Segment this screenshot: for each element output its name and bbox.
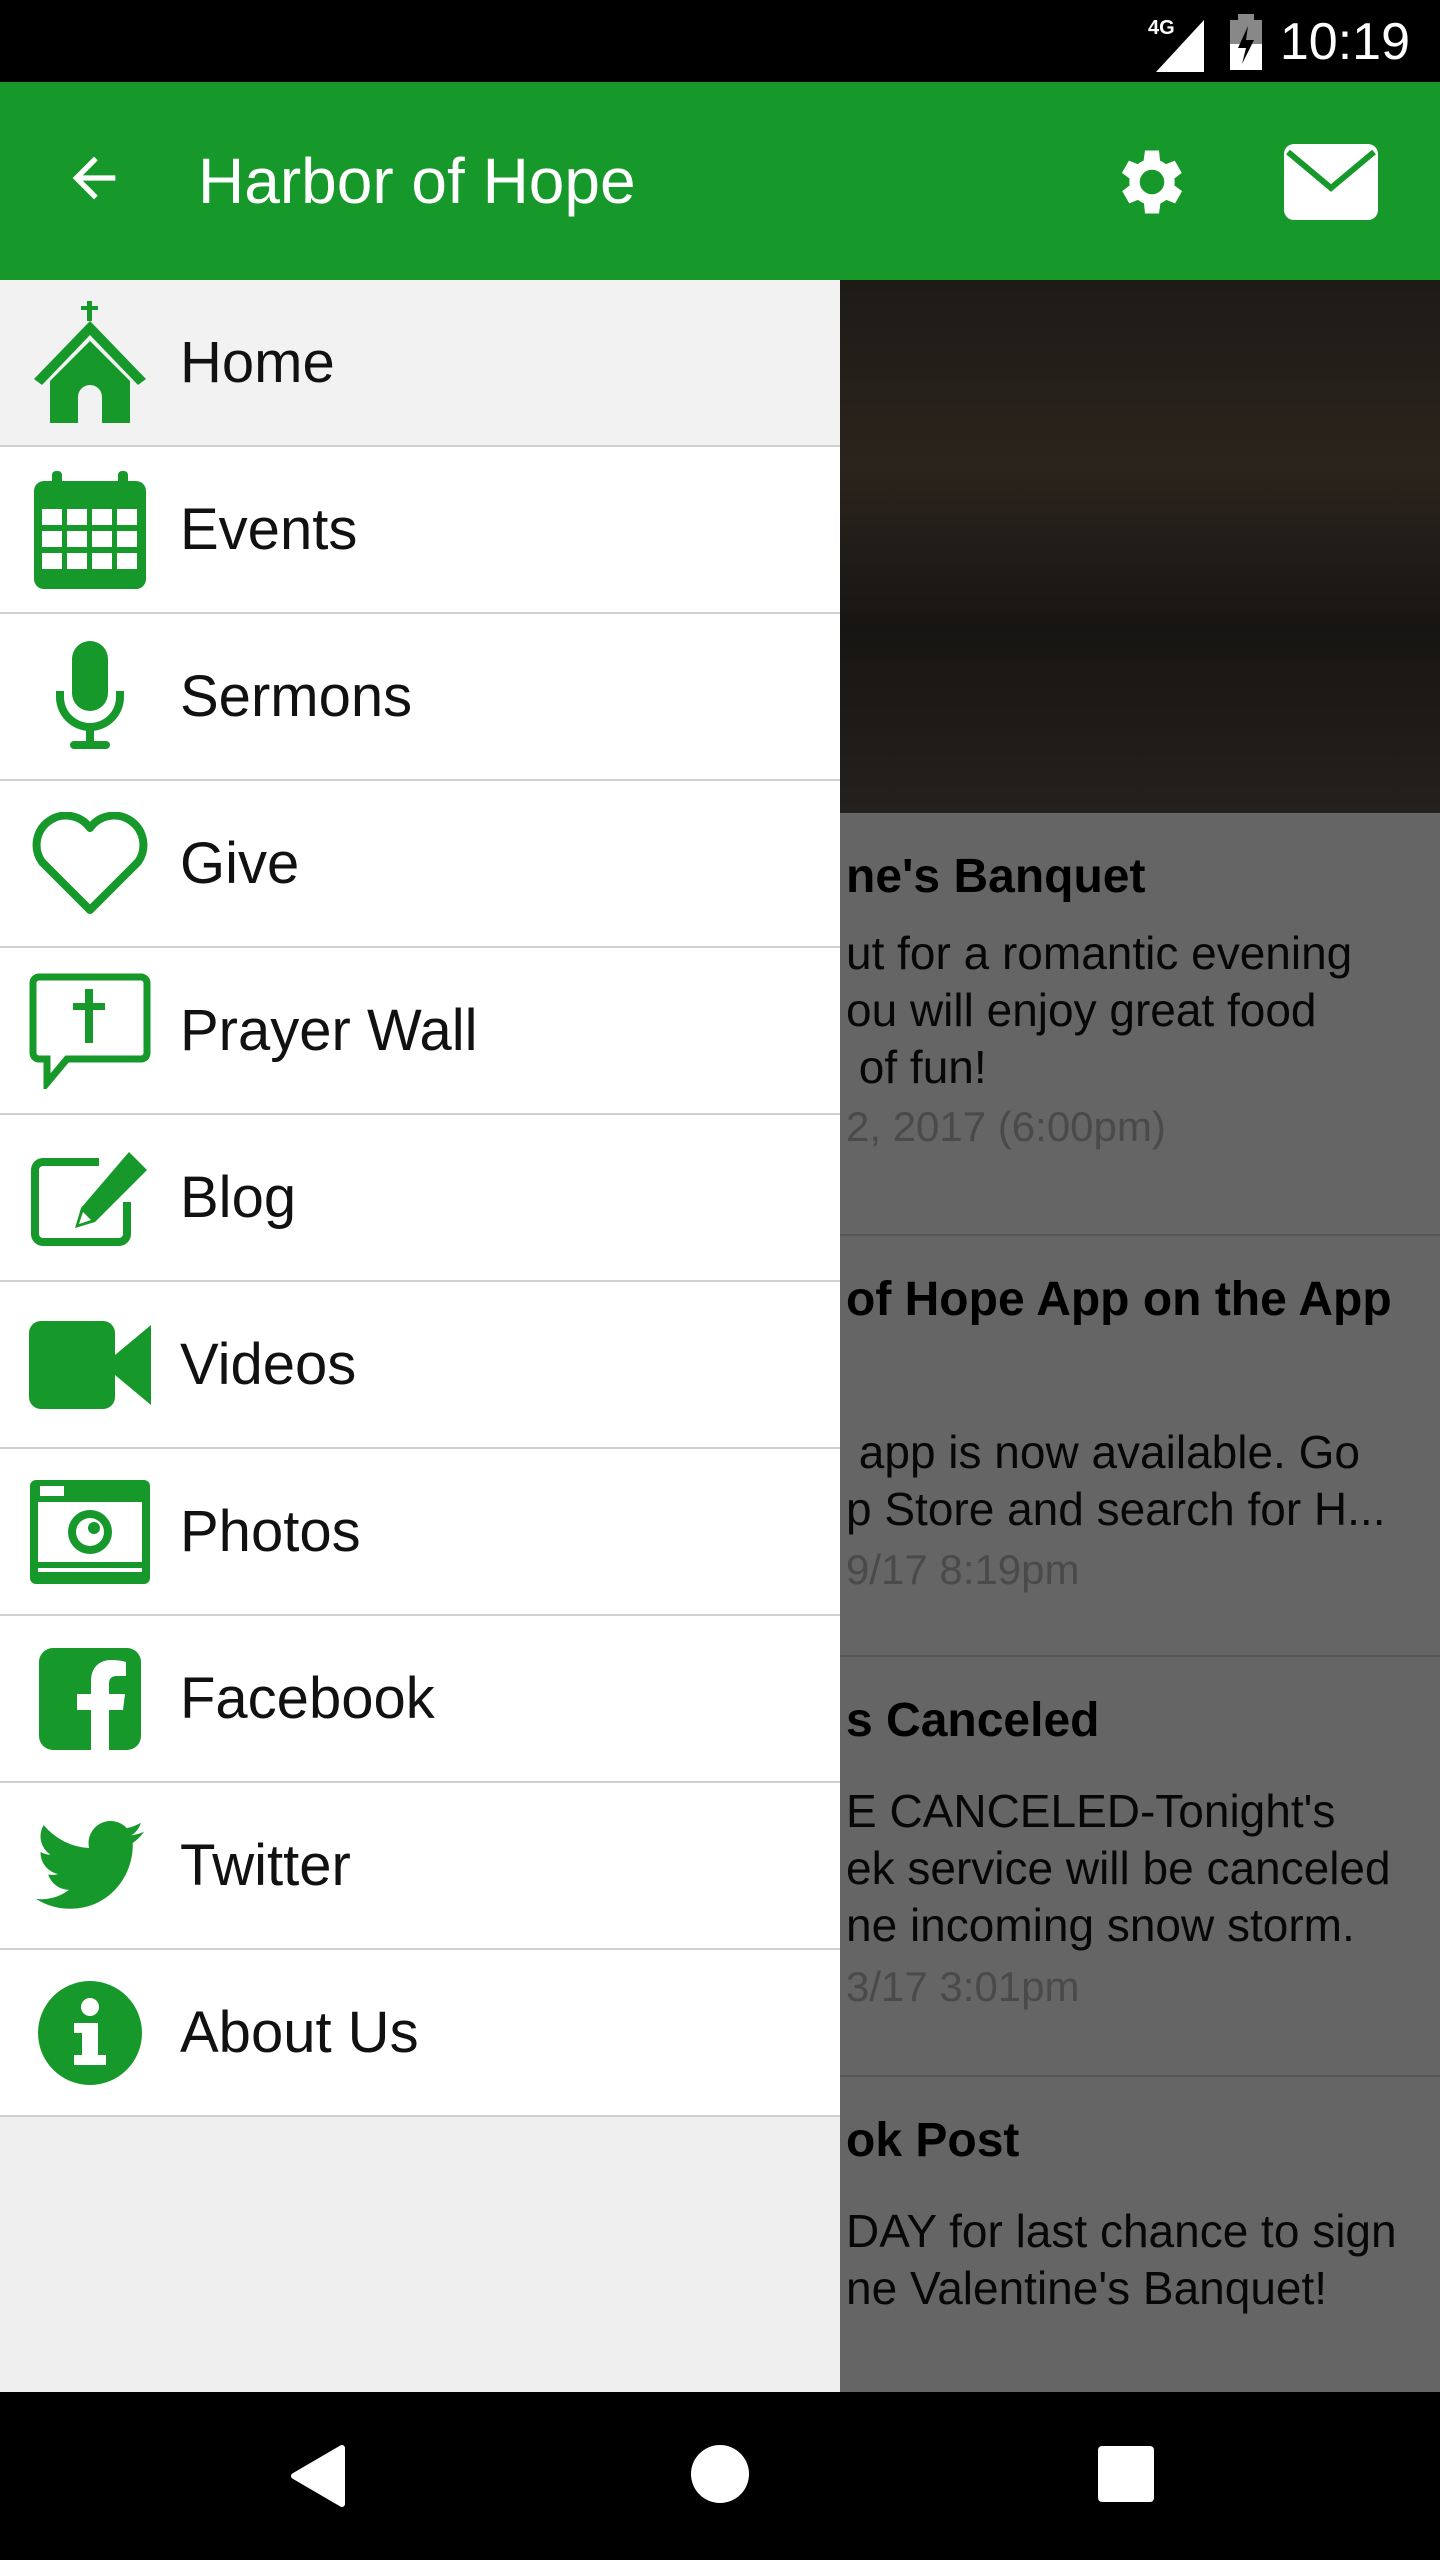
drawer-item-label: Events [180,497,358,562]
camera-icon [0,1448,180,1615]
post-title: of Hope App on the App [846,1273,1392,1326]
drawer-item-label: About Us [180,2000,419,2065]
drawer-item-videos[interactable]: Videos [0,1282,840,1449]
recents-square-icon[interactable] [1098,2446,1154,2507]
drawer-item-label: Facebook [180,1666,435,1731]
drawer-item-about-us[interactable]: About Us [0,1950,840,2117]
drawer-item-label: Home [180,330,335,395]
post-date: 3/17 3:01pm [846,1963,1080,2010]
signal-icon: 4G [1148,16,1218,77]
drawer-item-label: Give [180,831,300,896]
edit-icon [0,1114,180,1281]
network-type: 4G [1148,17,1175,39]
post-body: ut for a romantic evening ou will enjoy … [846,927,1353,1093]
drawer-item-events[interactable]: Events [0,447,840,614]
facebook-icon [0,1615,180,1782]
drawer-item-sermons[interactable]: Sermons [0,614,840,781]
video-camera-icon [0,1281,180,1448]
microphone-icon [0,613,180,780]
gear-icon[interactable] [1110,140,1194,229]
post-title: s Canceled [846,1694,1100,1747]
post-body: app is now available. Go p Store and sea… [846,1426,1386,1535]
heart-icon [0,780,180,947]
twitter-icon [0,1782,180,1949]
page-title: Harbor of Hope [198,145,636,217]
status-bar: 4G 10:19 [0,0,1440,82]
drawer-item-blog[interactable]: Blog [0,1115,840,1282]
info-icon [0,1949,180,2116]
drawer-item-photos[interactable]: Photos [0,1449,840,1616]
post-body: E CANCELED-Tonight's ek service will be … [846,1785,1391,1951]
drawer-item-home[interactable]: Home [0,280,840,447]
drawer-item-label: Videos [180,1332,357,1397]
drawer-item-give[interactable]: Give [0,781,840,948]
clock: 10:19 [1279,13,1410,71]
navigation-drawer: Home Events Sermons Give Prayer Wall Blo… [0,280,840,2392]
home-circle-icon[interactable] [690,2444,750,2509]
back-triangle-icon[interactable] [290,2444,346,2513]
post-title: ok Post [846,2114,1020,2167]
drawer-item-label: Sermons [180,664,413,729]
drawer-item-twitter[interactable]: Twitter [0,1783,840,1950]
drawer-item-prayer-wall[interactable]: Prayer Wall [0,948,840,1115]
app-bar: Harbor of Hope [0,82,1440,280]
drawer-item-label: Blog [180,1165,297,1230]
post-date: 9/17 8:19pm [846,1546,1080,1593]
drawer-item-facebook[interactable]: Facebook [0,1616,840,1783]
drawer-item-label: Photos [180,1499,361,1564]
system-navigation-bar [0,2392,1440,2560]
post-title: ne's Banquet [846,850,1146,903]
drawer-item-label: Prayer Wall [180,998,478,1063]
post-body: DAY for last chance to sign ne Valentine… [846,2205,1397,2314]
home-church-icon [0,279,180,446]
battery-charging-icon [1228,14,1264,75]
post-date: 2, 2017 (6:00pm) [846,1103,1166,1150]
arrow-back-icon[interactable] [62,146,126,215]
mail-icon[interactable] [1284,144,1378,225]
chat-cross-icon [0,947,180,1114]
drawer-item-label: Twitter [180,1833,351,1898]
calendar-icon [0,446,180,613]
